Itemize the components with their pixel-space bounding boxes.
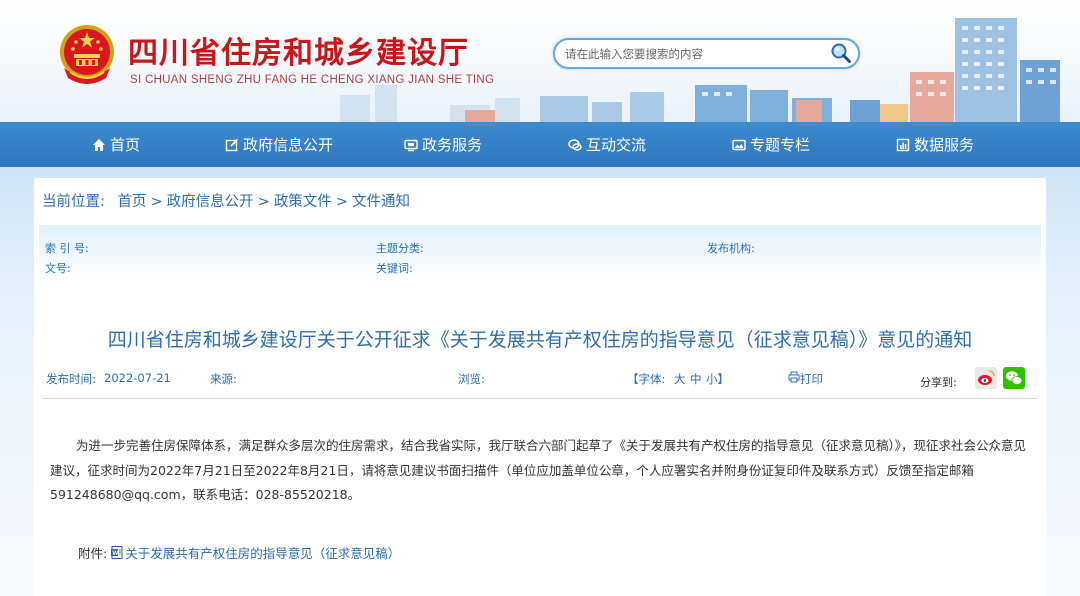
nav-item-label: 数据服务	[914, 136, 975, 154]
font-small-button[interactable]: 小】	[706, 371, 729, 387]
publish-label: 发布时间:	[46, 372, 96, 386]
article-title: 四川省住房和城乡建设厅关于公开征求《关于发展共有产权住房的指导意见（征求意见稿）…	[107, 329, 973, 351]
nav-item-label: 政府信息公开	[243, 136, 334, 154]
publish-date: 2022-07-21	[104, 371, 171, 385]
city-skyline-decoration	[340, 18, 1060, 122]
wechat-icon[interactable]	[1003, 367, 1025, 389]
nav-item-special-topics[interactable]: 专题专栏	[732, 122, 810, 167]
weibo-icon[interactable]	[975, 367, 997, 389]
nav-item-label: 专题专栏	[750, 136, 811, 154]
meta-topic: 主题分类:	[376, 242, 424, 255]
edit-icon	[225, 138, 239, 151]
attachment-row: 附件: W 关于发展共有产权住房的指导意见（征求意见稿）	[78, 543, 400, 562]
monitor-icon	[404, 139, 418, 151]
breadcrumb-separator: >	[257, 194, 270, 210]
font-medium-button[interactable]: 中	[690, 371, 702, 387]
data-icon	[896, 138, 910, 151]
breadcrumb-separator: >	[150, 194, 163, 210]
breadcrumb-gov-info[interactable]: 政府信息公开	[167, 194, 254, 210]
share-label: 分享到:	[920, 376, 957, 389]
word-document-icon: W	[111, 546, 123, 559]
nav-item-gov-service[interactable]: 政务服务	[404, 122, 482, 167]
printer-icon	[788, 371, 800, 383]
article-info-row: 发布时间: 2022-07-21 来源: 浏览: 【字体: 大 中 小】 打印 …	[34, 367, 1046, 397]
nav-item-home[interactable]: 首页	[92, 122, 140, 167]
print-label: 打印	[800, 372, 823, 386]
national-emblem-icon[interactable]	[56, 22, 118, 88]
breadcrumb-prefix: 当前位置:	[42, 194, 105, 210]
views-label: 浏览:	[458, 372, 485, 386]
font-large-button[interactable]: 大	[674, 371, 686, 387]
meta-index-number: 索 引 号:	[45, 242, 89, 255]
breadcrumb-policy-files[interactable]: 政策文件	[274, 194, 332, 210]
print-button[interactable]: 打印	[788, 371, 823, 386]
breadcrumb-notices[interactable]: 文件通知	[352, 194, 410, 210]
meta-doc-number: 文号:	[45, 262, 71, 275]
attachment-label: 附件:	[78, 546, 108, 561]
breadcrumb-home[interactable]: 首页	[118, 194, 147, 210]
nav-item-label: 互动交流	[586, 136, 647, 154]
meta-keywords: 关键词:	[376, 262, 413, 275]
nav-item-label: 首页	[110, 136, 141, 154]
nav-item-data-service[interactable]: 数据服务	[896, 122, 974, 167]
image-icon	[732, 139, 746, 150]
meta-publisher: 发布机构:	[707, 242, 755, 255]
article-panel: 当前位置: 首页 > 政府信息公开 > 政策文件 > 文件通知 索 引 号: 主题分类: 发…	[34, 178, 1046, 596]
breadcrumb-separator: >	[335, 194, 348, 210]
document-meta-box: 索 引 号: 主题分类: 发布机构: 文号: 关键词:	[39, 225, 1041, 282]
home-icon	[93, 138, 105, 151]
article-body: 为进一步完善住房保障体系，满足群众多层次的住房需求，结合我省实际，我厅联合六部门…	[50, 438, 1027, 502]
font-size-label: 【字体:	[627, 372, 666, 386]
nav-item-interaction[interactable]: 互动交流	[568, 122, 646, 167]
attachment-link[interactable]: 关于发展共有产权住房的指导意见（征求意见稿）	[125, 543, 400, 562]
nav-item-gov-info[interactable]: 政府信息公开	[225, 122, 333, 167]
main-nav: 首页 政府信息公开 政务服务 互动交流 专题专栏 数据服务	[0, 122, 1080, 167]
svg-text:W: W	[112, 550, 119, 557]
divider	[42, 398, 1038, 399]
site-header: 四川省住房和城乡建设厅 SI CHUAN SHENG ZHU FANG HE C…	[0, 0, 1080, 122]
chat-icon	[568, 138, 582, 151]
breadcrumb: 当前位置: 首页 > 政府信息公开 > 政策文件 > 文件通知	[42, 190, 410, 211]
nav-item-label: 政务服务	[422, 136, 483, 154]
source-label: 来源:	[210, 372, 237, 386]
